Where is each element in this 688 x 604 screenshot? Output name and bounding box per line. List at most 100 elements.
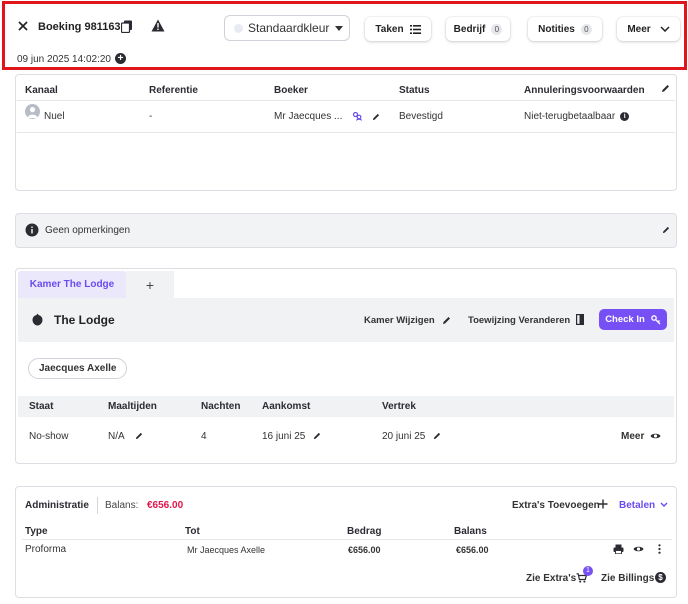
edit-room-icon[interactable]	[442, 316, 451, 325]
people-icon[interactable]	[352, 112, 362, 121]
pay-link[interactable]: Betalen	[619, 500, 655, 511]
col-header-boeker: Boeker	[274, 85, 308, 96]
change-room-link[interactable]: Kamer Wijzigen	[364, 315, 435, 326]
chevron-down-icon[interactable]	[660, 502, 668, 507]
cell-annulering: Niet-terugbetaalbaar i	[524, 111, 630, 122]
divider	[97, 497, 98, 514]
col-header-maaltijden: Maaltijden	[108, 401, 157, 412]
cell-aankomst: 16 juni 25	[262, 431, 306, 442]
col-header-aankomst: Aankomst	[262, 401, 311, 412]
cell-balans: €656.00	[456, 545, 489, 555]
col-header-balans: Balans	[454, 526, 487, 537]
list-icon	[409, 24, 421, 34]
color-select[interactable]: Standaardkleur	[224, 15, 350, 41]
cell-maaltijden: N/A	[108, 431, 125, 442]
room-card: Kamer The Lodge + The Lodge Kamer Wijzig…	[15, 268, 677, 464]
room-more-link[interactable]: Meer	[621, 431, 644, 442]
remarks-text: Geen opmerkingen	[45, 225, 131, 236]
edit-remarks-icon[interactable]	[662, 226, 670, 234]
booking-header: Boeking 981163 09 jun 2025 14:02:20 + St…	[2, 1, 687, 70]
col-header-kanaal: Kanaal	[25, 85, 58, 96]
booking-info-card: Kanaal Referentie Boeker Status Annuleri…	[15, 74, 677, 191]
more-button[interactable]: Meer	[617, 17, 680, 41]
room-tabs: Kamer The Lodge +	[18, 271, 174, 298]
cell-tot: Mr Jaecques Axelle	[187, 545, 266, 555]
notes-count-badge: 0	[580, 23, 592, 35]
cancellation-policy-text: Niet-terugbetaalbaar	[524, 111, 616, 122]
cell-status: Bevestigd	[399, 111, 443, 122]
add-icon[interactable]: +	[115, 53, 126, 64]
notes-label: Notities	[538, 23, 575, 35]
tasks-button[interactable]: Taken	[365, 17, 431, 41]
shield-icon	[32, 313, 43, 326]
booking-title: Boeking 981163	[38, 21, 121, 33]
col-header-vertrek: Vertrek	[382, 401, 416, 412]
notes-button[interactable]: Notities 0	[528, 17, 602, 41]
administration-card: Administratie Balans: €656.00 Extra's To…	[15, 486, 677, 598]
remarks-card: Geen opmerkingen	[15, 213, 677, 248]
cell-referentie: -	[149, 111, 153, 122]
check-in-button[interactable]: Check In	[599, 309, 667, 330]
edit-booker-icon[interactable]	[372, 113, 380, 121]
cell-kanaal: Nuel	[44, 111, 65, 122]
edit-arrival-icon[interactable]	[313, 432, 321, 440]
check-in-label: Check In	[605, 314, 645, 325]
cell-nachten: 4	[201, 431, 207, 442]
cell-staat: No-show	[29, 431, 69, 442]
add-extras-link[interactable]: Extra's Toevoegen	[512, 500, 600, 511]
more-label: Meer	[627, 23, 651, 35]
cell-boeker[interactable]: Mr Jaecques ...	[274, 111, 342, 122]
extras-count-badge: 1	[583, 566, 593, 576]
company-count-badge: 0	[491, 23, 503, 35]
balance-value: €656.00	[147, 500, 184, 511]
caret-down-icon	[335, 25, 344, 31]
divider	[22, 539, 672, 540]
copy-icon[interactable]	[121, 20, 133, 33]
color-swatch	[234, 23, 243, 33]
cell-vertrek: 20 juni 25	[382, 431, 426, 442]
divider	[17, 132, 675, 133]
plus-icon[interactable]	[598, 499, 608, 509]
chevron-down-icon	[660, 26, 670, 32]
col-header-tot: Tot	[185, 526, 200, 537]
col-header-annulering: Annuleringsvoorwaarden	[524, 85, 645, 96]
col-header-type: Type	[25, 526, 48, 537]
see-extras-link[interactable]: Zie Extra's	[526, 573, 576, 584]
door-icon[interactable]	[576, 314, 584, 325]
edit-icon[interactable]	[661, 84, 670, 93]
key-icon	[650, 314, 661, 325]
company-label: Bedrijf	[453, 23, 486, 35]
eye-icon[interactable]	[633, 545, 644, 553]
divider	[17, 100, 675, 101]
tasks-label: Taken	[375, 23, 404, 35]
avatar	[25, 104, 40, 119]
guest-chip[interactable]: Jaecques Axelle	[28, 358, 128, 379]
booking-date: 09 jun 2025 14:02:20	[17, 54, 111, 65]
warning-icon[interactable]	[151, 19, 165, 32]
see-billings-link[interactable]: Zie Billings	[601, 573, 654, 584]
col-header-bedrag: Bedrag	[347, 526, 382, 537]
col-header-staat: Staat	[29, 401, 54, 412]
administration-title: Administratie	[25, 500, 89, 511]
close-icon[interactable]	[16, 19, 30, 33]
balance-label: Balans:	[105, 500, 139, 511]
cell-type: Proforma	[25, 544, 67, 555]
col-header-referentie: Referentie	[149, 85, 198, 96]
info-icon[interactable]: i	[620, 111, 630, 121]
dollar-icon[interactable]: $	[655, 572, 666, 583]
room-header: The Lodge Kamer Wijzigen Toewijzing Vera…	[18, 298, 674, 342]
kebab-menu-icon[interactable]	[658, 544, 661, 554]
eye-icon[interactable]	[650, 432, 661, 440]
edit-meals-icon[interactable]	[135, 432, 143, 440]
col-header-status: Status	[399, 85, 430, 96]
cell-bedrag: €656.00	[348, 545, 381, 555]
change-assignment-link[interactable]: Toewijzing Veranderen	[468, 315, 570, 326]
col-header-nachten: Nachten	[201, 401, 241, 412]
company-button[interactable]: Bedrijf 0	[446, 17, 510, 41]
color-select-label: Standaardkleur	[248, 21, 330, 35]
print-icon[interactable]	[613, 544, 624, 554]
edit-departure-icon[interactable]	[433, 432, 441, 440]
room-name: The Lodge	[54, 313, 115, 327]
tab-room-the-lodge[interactable]: Kamer The Lodge	[18, 271, 126, 298]
add-room-tab[interactable]: +	[126, 271, 174, 298]
